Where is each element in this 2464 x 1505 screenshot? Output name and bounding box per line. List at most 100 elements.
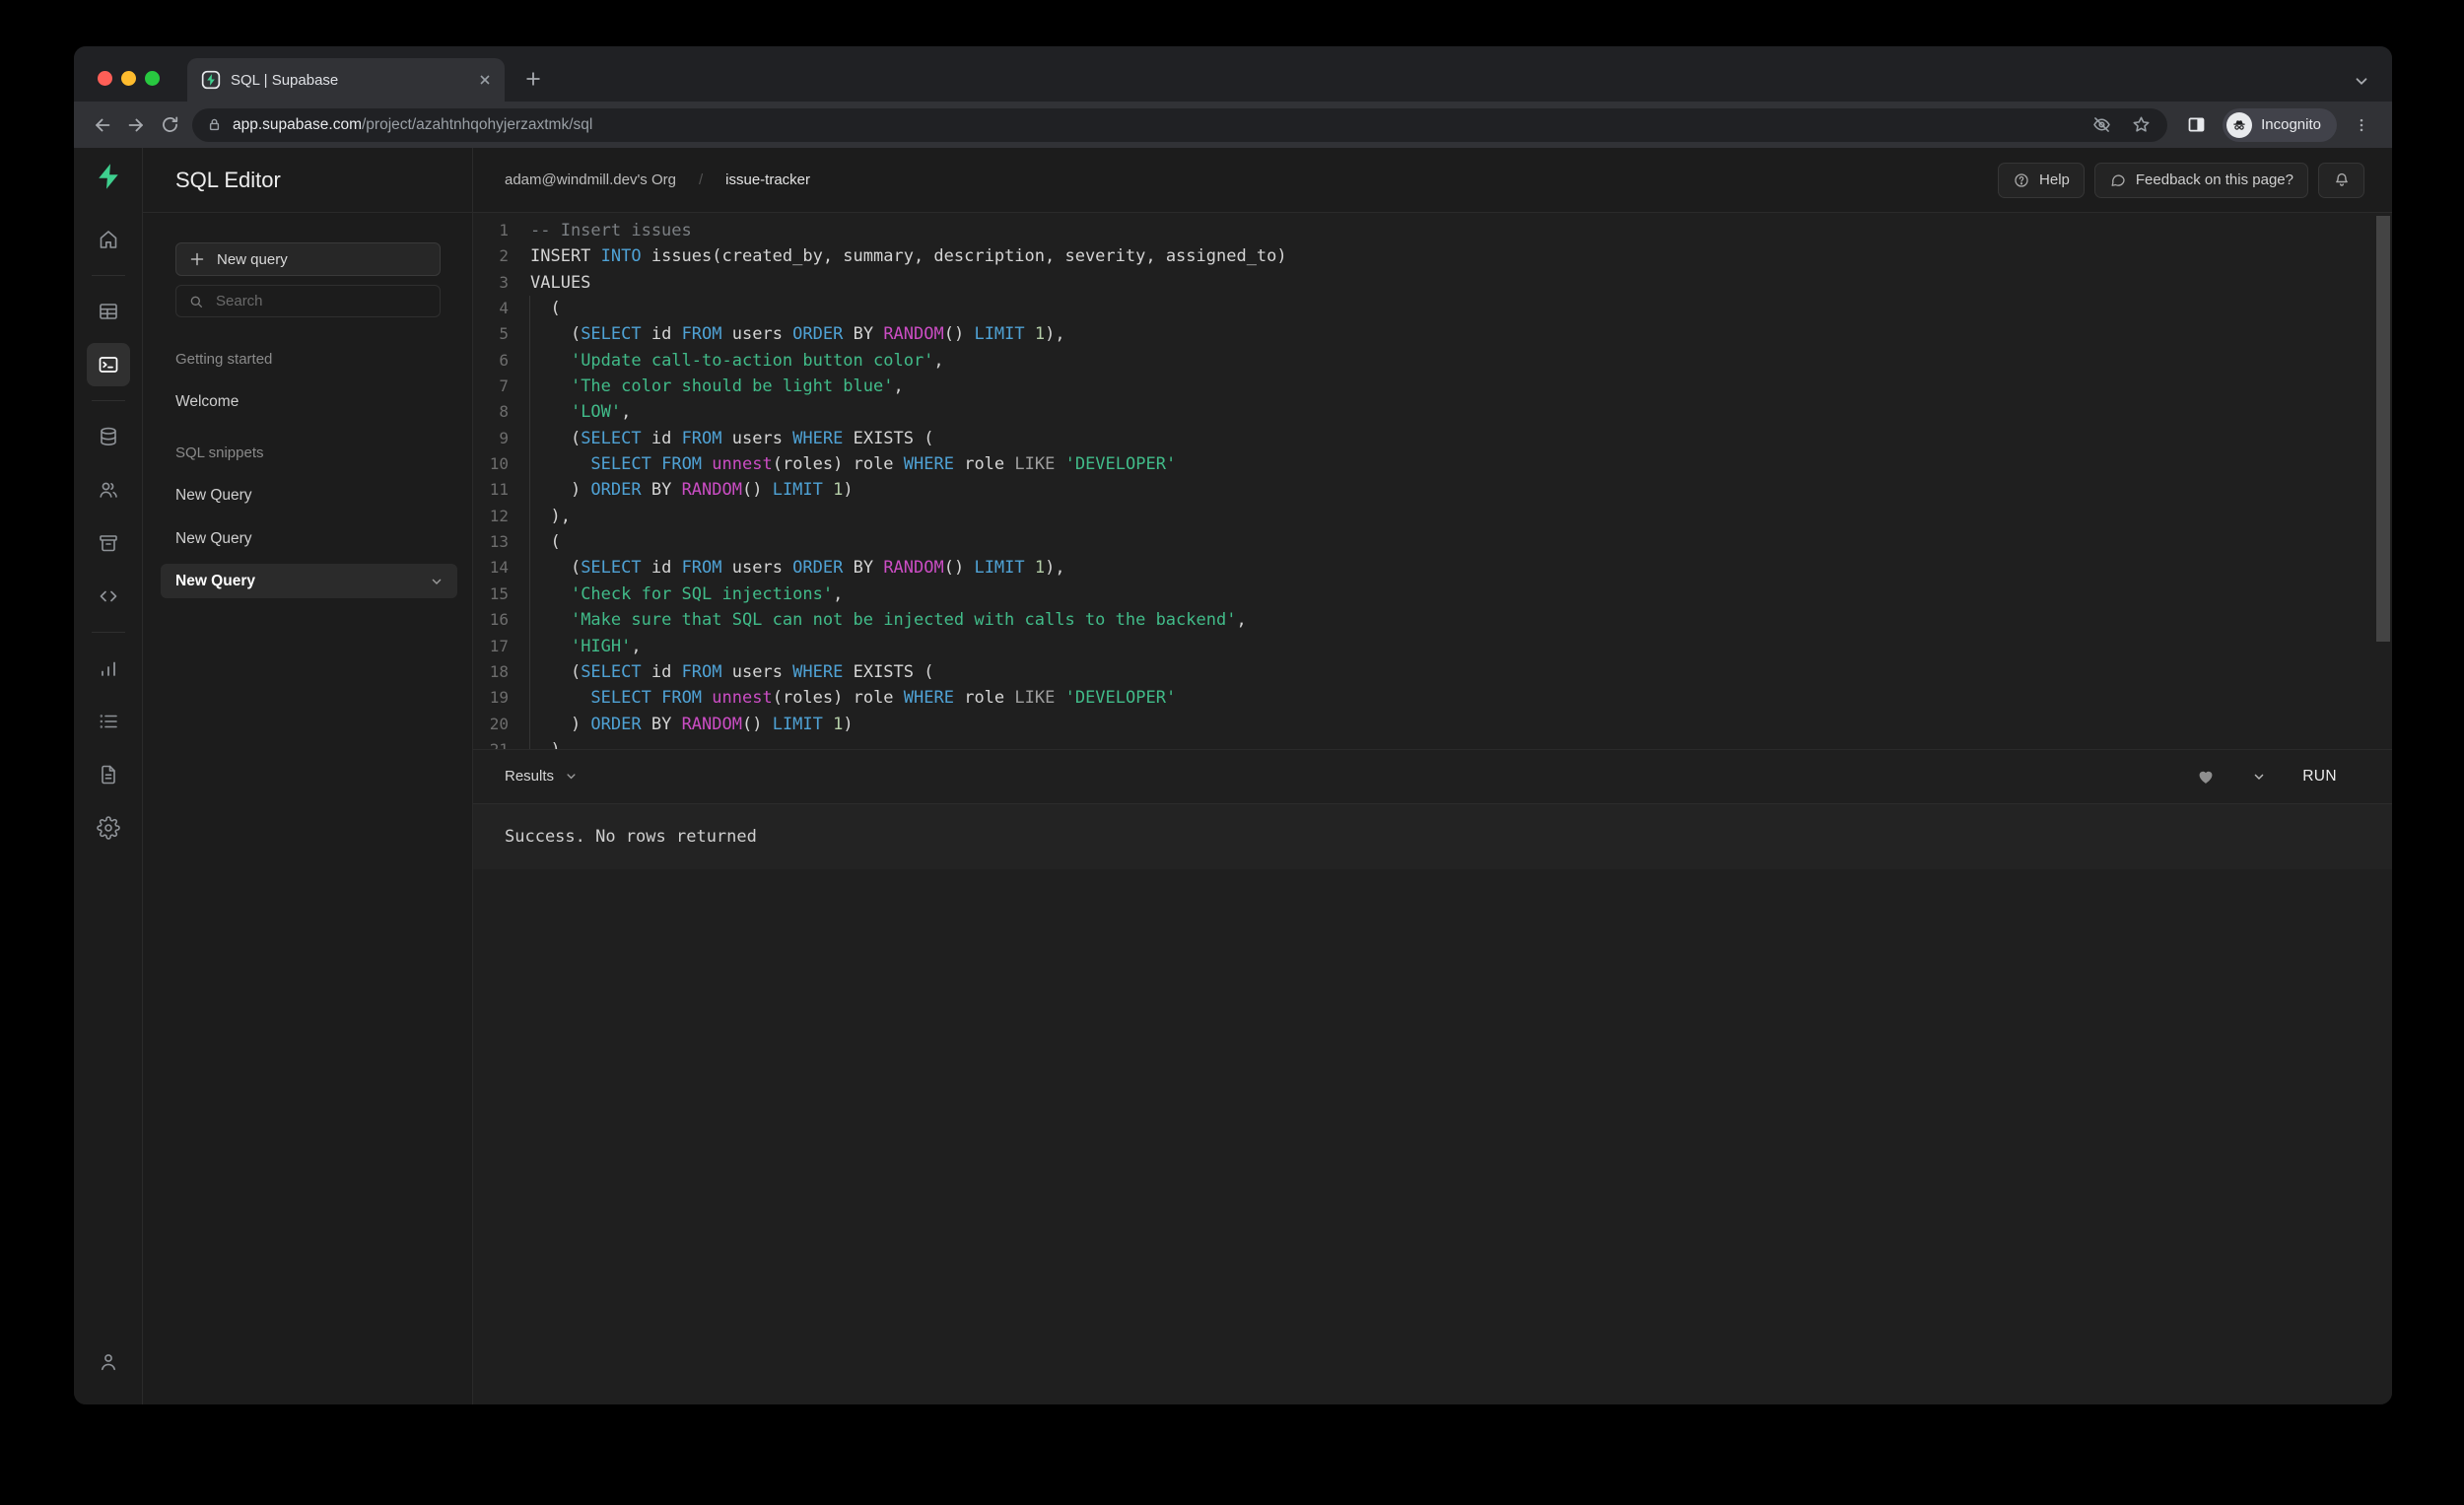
eye-off-icon[interactable] bbox=[2087, 110, 2116, 140]
code-line[interactable]: 10 SELECT FROM unnest(roles) role WHERE … bbox=[473, 451, 2392, 477]
rail-divider bbox=[91, 632, 125, 633]
code-line[interactable]: 5 (SELECT id FROM users ORDER BY RANDOM(… bbox=[473, 321, 2392, 347]
run-options-chevron-icon[interactable] bbox=[2251, 769, 2267, 785]
editor-scrollbar-thumb[interactable] bbox=[2376, 216, 2390, 642]
nav-api-docs-icon[interactable] bbox=[87, 753, 130, 796]
feedback-button[interactable]: Feedback on this page? bbox=[2093, 162, 2308, 198]
line-number: 20 bbox=[489, 714, 509, 733]
account-user-icon[interactable] bbox=[87, 1340, 130, 1384]
help-button-label: Help bbox=[2039, 171, 2070, 188]
browser-menu-icon[interactable] bbox=[2347, 108, 2376, 142]
sql-code-editor[interactable]: 1 -- Insert issues 2 INSERT INTO issues(cre… bbox=[473, 213, 2392, 749]
forward-button[interactable] bbox=[119, 108, 153, 142]
nav-storage-icon[interactable] bbox=[87, 521, 130, 565]
minimize-window-button[interactable] bbox=[121, 71, 136, 86]
code-line[interactable]: 6 'Update call-to-action button color', bbox=[473, 348, 2392, 374]
line-number: 9 bbox=[499, 428, 509, 447]
help-button[interactable]: Help bbox=[1998, 162, 2085, 198]
active-snippet-label: New Query bbox=[175, 572, 255, 589]
line-number: 14 bbox=[489, 558, 509, 578]
feedback-button-label: Feedback on this page? bbox=[2135, 171, 2293, 188]
code-line[interactable]: 2 INSERT INTO issues(created_by, summary,… bbox=[473, 243, 2392, 269]
line-number: 11 bbox=[489, 480, 509, 500]
line-number: 10 bbox=[489, 454, 509, 474]
browser-window: SQL | Supabase app.supabase.com/project/… bbox=[74, 46, 2392, 1404]
lock-icon[interactable] bbox=[206, 110, 223, 140]
nav-reports-icon[interactable] bbox=[87, 647, 130, 690]
line-number: 2 bbox=[499, 246, 509, 266]
results-dropdown[interactable]: Results bbox=[505, 768, 579, 785]
supabase-app: SQL Editor New query Getting s bbox=[74, 148, 2392, 1404]
sidebar-item-snippet-active[interactable]: New Query bbox=[161, 564, 457, 598]
line-number: 16 bbox=[489, 610, 509, 630]
results-label: Results bbox=[505, 768, 555, 785]
line-number: 15 bbox=[489, 583, 509, 603]
code-line[interactable]: 8 'LOW', bbox=[473, 399, 2392, 425]
incognito-badge[interactable]: Incognito bbox=[2223, 107, 2337, 142]
line-number: 3 bbox=[499, 272, 509, 292]
code-line[interactable]: 3 VALUES bbox=[473, 270, 2392, 296]
code-line[interactable]: 17 'HIGH', bbox=[473, 634, 2392, 659]
tab-close-icon[interactable] bbox=[477, 72, 493, 88]
code-line[interactable]: 9 (SELECT id FROM users WHERE EXISTS ( bbox=[473, 426, 2392, 451]
side-panel-icon[interactable] bbox=[2177, 108, 2215, 142]
results-footer bbox=[473, 868, 2392, 1404]
run-button[interactable]: RUN bbox=[2302, 768, 2337, 786]
search-field[interactable] bbox=[175, 285, 441, 317]
code-line[interactable]: 13 ( bbox=[473, 529, 2392, 555]
new-query-button-label: New query bbox=[217, 250, 288, 268]
chevron-down-icon bbox=[564, 769, 579, 784]
query-result-message: Success. No rows returned bbox=[473, 802, 2392, 869]
line-number: 5 bbox=[499, 324, 509, 344]
chevron-down-icon[interactable] bbox=[429, 574, 445, 589]
nav-database-icon[interactable] bbox=[87, 415, 130, 458]
code-line[interactable]: 18 (SELECT id FROM users WHERE EXISTS ( bbox=[473, 659, 2392, 685]
new-tab-button[interactable] bbox=[519, 65, 547, 93]
nav-logs-icon[interactable] bbox=[87, 700, 130, 743]
code-line[interactable]: 20 ) ORDER BY RANDOM() LIMIT 1) bbox=[473, 712, 2392, 737]
code-line[interactable]: 14 (SELECT id FROM users ORDER BY RANDOM… bbox=[473, 555, 2392, 581]
sidebar-item-welcome[interactable]: Welcome bbox=[175, 393, 441, 411]
tab-search-chevron-icon[interactable] bbox=[2353, 72, 2370, 90]
nav-home-icon[interactable] bbox=[87, 218, 130, 261]
back-button[interactable] bbox=[86, 108, 119, 142]
close-window-button[interactable] bbox=[98, 71, 112, 86]
code-line[interactable]: 16 'Make sure that SQL can not be inject… bbox=[473, 607, 2392, 633]
bookmark-star-icon[interactable] bbox=[2126, 110, 2156, 140]
code-line[interactable]: 15 'Check for SQL injections', bbox=[473, 581, 2392, 607]
code-line[interactable]: 11 ) ORDER BY RANDOM() LIMIT 1) bbox=[473, 477, 2392, 503]
plus-icon bbox=[189, 251, 205, 267]
sidebar-item-snippet[interactable]: New Query bbox=[175, 487, 441, 505]
nav-table-editor-icon[interactable] bbox=[87, 290, 130, 333]
search-input[interactable] bbox=[214, 292, 428, 310]
bell-icon bbox=[2332, 171, 2352, 190]
notifications-button[interactable] bbox=[2318, 162, 2364, 198]
nav-settings-gear-icon[interactable] bbox=[87, 806, 130, 850]
code-line[interactable]: 19 SELECT FROM unnest(roles) role WHERE … bbox=[473, 685, 2392, 711]
line-number: 7 bbox=[499, 376, 509, 396]
code-line[interactable]: 7 'The color should be light blue', bbox=[473, 374, 2392, 399]
url-bar[interactable]: app.supabase.com/project/azahtnhqohyjerz… bbox=[192, 107, 2168, 142]
section-getting-started: Getting started bbox=[175, 351, 273, 368]
url-text[interactable]: app.supabase.com/project/azahtnhqohyjerz… bbox=[233, 116, 2077, 134]
code-line[interactable]: 1 -- Insert issues bbox=[473, 218, 2392, 243]
code-line[interactable]: 12 ), bbox=[473, 504, 2392, 529]
nav-sql-editor-icon[interactable] bbox=[86, 343, 130, 386]
line-number: 17 bbox=[489, 636, 509, 655]
breadcrumb-org[interactable]: adam@windmill.dev's Org bbox=[505, 171, 676, 188]
breadcrumb-separator: / bbox=[698, 171, 704, 188]
reload-button[interactable] bbox=[153, 108, 186, 142]
favorite-heart-icon[interactable] bbox=[2196, 767, 2216, 787]
nav-edge-functions-icon[interactable] bbox=[87, 575, 130, 618]
nav-auth-users-icon[interactable] bbox=[87, 468, 130, 512]
code-line[interactable]: 21 ), bbox=[473, 737, 2392, 749]
maximize-window-button[interactable] bbox=[145, 71, 160, 86]
code-line[interactable]: 4 ( bbox=[473, 296, 2392, 321]
supabase-logo[interactable] bbox=[94, 162, 123, 191]
code-lines: 1 -- Insert issues 2 INSERT INTO issues(cre… bbox=[473, 213, 2392, 749]
breadcrumb-project[interactable]: issue-tracker bbox=[725, 171, 810, 188]
url-path: /project/azahtnhqohyjerzaxtmk/sql bbox=[361, 115, 593, 133]
browser-tab[interactable]: SQL | Supabase bbox=[187, 58, 505, 102]
new-query-button[interactable]: New query bbox=[175, 242, 441, 276]
sidebar-item-snippet[interactable]: New Query bbox=[175, 530, 441, 548]
